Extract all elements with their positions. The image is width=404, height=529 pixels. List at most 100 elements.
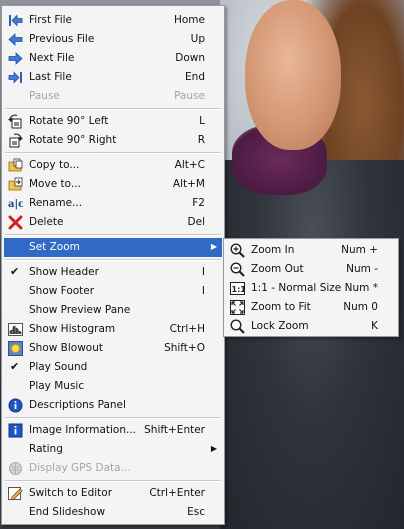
context-menu: First File Home Previous File Up Next Fi… <box>1 5 225 525</box>
menu-item-label: Delete <box>29 216 64 228</box>
menu-item-move-to[interactable]: Move to... Alt+M <box>4 175 222 194</box>
rotate-left-icon <box>8 114 23 129</box>
menu-item-label: Last File <box>29 71 72 83</box>
svg-text:1:1: 1:1 <box>232 285 246 294</box>
menu-item-label: End Slideshow <box>29 506 106 518</box>
menu-item-label: First File <box>29 14 73 26</box>
menu-item-shortcut: Down <box>175 52 205 64</box>
menu-separator <box>5 480 221 482</box>
menu-item-first-file[interactable]: First File Home <box>4 11 222 30</box>
menu-item-lock-zoom[interactable]: Lock Zoom K <box>226 317 396 336</box>
menu-item-shortcut: R <box>197 134 205 146</box>
menu-item-shortcut: Pause <box>174 90 205 102</box>
menu-item-rotate-left[interactable]: Rotate 90° Left L <box>4 112 222 131</box>
menu-item-shortcut: End <box>185 71 205 83</box>
menu-item-rename[interactable]: a|c Rename... F2 <box>4 194 222 213</box>
menu-item-label: Display GPS Data... <box>29 462 131 474</box>
menu-item-show-footer[interactable]: Show Footer I <box>4 282 222 301</box>
menu-item-set-zoom[interactable]: Set Zoom ▶ <box>4 238 222 257</box>
menu-item-shortcut: Esc <box>187 506 205 518</box>
menu-item-next-file[interactable]: Next File Down <box>4 49 222 68</box>
menu-item-label: Show Preview Pane <box>29 304 131 316</box>
menu-item-label: Show Header <box>29 266 99 278</box>
menu-separator <box>5 234 221 236</box>
menu-item-shortcut: Num - <box>346 263 378 275</box>
menu-item-show-header[interactable]: ✔ Show Header I <box>4 263 222 282</box>
menu-item-shortcut: Ctrl+Enter <box>149 487 205 499</box>
menu-item-label: Descriptions Panel <box>29 399 126 411</box>
image-info-icon <box>8 423 23 438</box>
menu-item-rating[interactable]: Rating ▶ <box>4 440 222 459</box>
menu-item-label: Copy to... <box>29 159 80 171</box>
menu-item-shortcut: Up <box>190 33 205 45</box>
menu-item-shortcut: Num + <box>341 244 378 256</box>
fit-icon <box>230 300 245 315</box>
menu-item-delete[interactable]: Delete Del <box>4 213 222 232</box>
menu-item-label: Zoom Out <box>251 263 304 275</box>
zoom-in-icon <box>230 243 245 258</box>
menu-item-play-music[interactable]: Play Music <box>4 377 222 396</box>
zoom-out-icon <box>230 262 245 277</box>
menu-item-label: Rename... <box>29 197 83 209</box>
menu-item-shortcut: Alt+C <box>174 159 205 171</box>
submenu-arrow-icon: ▶ <box>210 242 217 251</box>
menu-item-shortcut: L <box>199 115 205 127</box>
rename-icon: a|c <box>8 196 23 211</box>
menu-item-shortcut: F2 <box>192 197 205 209</box>
menu-item-play-sound[interactable]: ✔ Play Sound <box>4 358 222 377</box>
menu-item-label: Zoom to Fit <box>251 301 311 313</box>
menu-item-shortcut: Del <box>187 216 205 228</box>
menu-item-label: Move to... <box>29 178 81 190</box>
menu-item-label: Set Zoom <box>29 241 80 253</box>
menu-item-label: Switch to Editor <box>29 487 113 499</box>
menu-separator <box>5 259 221 261</box>
copy-to-icon <box>8 158 23 173</box>
menu-item-show-preview-pane[interactable]: Show Preview Pane <box>4 301 222 320</box>
menu-item-shortcut: Alt+M <box>172 178 205 190</box>
menu-item-shortcut: Ctrl+H <box>169 323 205 335</box>
menu-item-shortcut: Shift+Enter <box>144 424 205 436</box>
menu-item-end-slideshow[interactable]: End Slideshow Esc <box>4 503 222 522</box>
menu-separator <box>5 417 221 419</box>
svg-text:a|c: a|c <box>8 199 23 210</box>
menu-item-descriptions-panel[interactable]: Descriptions Panel <box>4 396 222 415</box>
menu-separator <box>5 108 221 110</box>
photo-face <box>245 0 341 150</box>
submenu-arrow-icon: ▶ <box>210 444 217 453</box>
menu-item-shortcut: Shift+O <box>164 342 205 354</box>
menu-item-last-file[interactable]: Last File End <box>4 68 222 87</box>
menu-item-label: Rating <box>29 443 63 455</box>
menu-item-shortcut: Num 0 <box>343 301 378 313</box>
actual-size-icon: 1:1 <box>230 281 245 296</box>
rotate-right-icon <box>8 133 23 148</box>
menu-item-label: 1:1 - Normal Size <box>251 282 342 294</box>
menu-separator <box>5 152 221 154</box>
menu-item-image-information[interactable]: Image Information... Shift+Enter <box>4 421 222 440</box>
menu-item-pause: Pause Pause <box>4 87 222 106</box>
menu-item-switch-to-editor[interactable]: Switch to Editor Ctrl+Enter <box>4 484 222 503</box>
menu-item-label: Rotate 90° Left <box>29 115 109 127</box>
delete-icon <box>8 215 23 230</box>
menu-item-previous-file[interactable]: Previous File Up <box>4 30 222 49</box>
next-file-icon <box>8 51 23 66</box>
previous-file-icon <box>8 32 23 47</box>
menu-item-copy-to[interactable]: Copy to... Alt+C <box>4 156 222 175</box>
photo-coat <box>220 160 404 529</box>
menu-item-rotate-right[interactable]: Rotate 90° Right R <box>4 131 222 150</box>
menu-item-display-gps-data: Display GPS Data... <box>4 459 222 478</box>
checkmark-icon: ✔ <box>10 360 20 373</box>
menu-item-zoom-in[interactable]: Zoom In Num + <box>226 241 396 260</box>
menu-item-zoom-out[interactable]: Zoom Out Num - <box>226 260 396 279</box>
menu-item-zoom-to-fit[interactable]: Zoom to Fit Num 0 <box>226 298 396 317</box>
menu-item-label: Show Histogram <box>29 323 116 335</box>
menu-item-label: Zoom In <box>251 244 295 256</box>
menu-item-label: Show Footer <box>29 285 95 297</box>
menu-item-shortcut: Num * <box>344 282 378 294</box>
menu-item-label: Show Blowout <box>29 342 103 354</box>
menu-item-show-histogram[interactable]: Show Histogram Ctrl+H <box>4 320 222 339</box>
checkmark-icon: ✔ <box>10 265 20 278</box>
menu-item-normal-size[interactable]: 1:1 1:1 - Normal Size Num * <box>226 279 396 298</box>
menu-item-shortcut: K <box>371 320 378 332</box>
menu-item-show-blowout[interactable]: Show Blowout Shift+O <box>4 339 222 358</box>
move-to-icon <box>8 177 23 192</box>
